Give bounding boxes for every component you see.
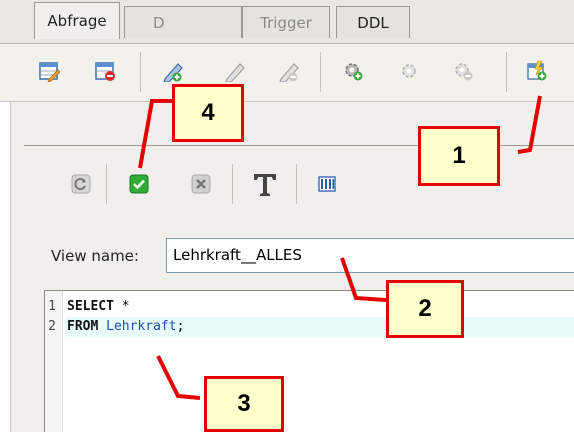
format-text-button[interactable] <box>250 169 280 199</box>
callout-2: 2 <box>386 280 464 338</box>
toolbar-separator <box>140 52 141 92</box>
edit-column-button[interactable] <box>222 58 248 84</box>
callout-1: 1 <box>418 126 500 186</box>
code-line: SELECT * <box>65 297 574 317</box>
cancel-icon <box>191 174 211 194</box>
line-number: 2 <box>48 319 56 334</box>
code-area: SELECT * FROM Lehrkraft; <box>65 297 574 337</box>
line-number-gutter: 1 2 <box>45 291 63 432</box>
sql-identifier: Lehrkraft <box>106 319 177 334</box>
create-view-icon <box>527 60 547 81</box>
cancel-button[interactable] <box>190 173 212 195</box>
sql-toolbar-separator <box>296 164 297 204</box>
toolbar-separator <box>320 52 321 92</box>
remove-index-button[interactable] <box>450 58 476 84</box>
columns-icon <box>318 176 336 192</box>
view-name-label: View name: <box>51 247 139 265</box>
sql-editor[interactable]: 1 2 SELECT * FROM Lehrkraft; <box>44 290 574 432</box>
tab-label: D <box>153 13 165 32</box>
callout-number: 2 <box>418 295 432 322</box>
callout-number: 4 <box>201 99 215 126</box>
apply-button[interactable] <box>128 173 150 195</box>
refresh-button[interactable] <box>70 173 92 195</box>
callout-3: 3 <box>204 376 284 432</box>
code-text: * <box>113 299 130 314</box>
add-column-button[interactable] <box>160 58 186 84</box>
sql-toolbar-separator <box>232 164 233 204</box>
create-view-button[interactable] <box>524 58 550 84</box>
view-name-input[interactable]: Lehrkraft__ALLES <box>166 238 574 273</box>
edit-pencil-disabled-icon <box>225 63 245 82</box>
main-toolbar <box>0 44 574 102</box>
refresh-icon <box>71 174 91 194</box>
tab-ddl[interactable]: DDL <box>336 6 410 38</box>
callout-4: 4 <box>172 84 244 142</box>
edit-index-button[interactable] <box>396 58 422 84</box>
callout-number: 3 <box>237 390 251 417</box>
code-line-current: FROM Lehrkraft; <box>65 317 574 337</box>
tab-label: DDL <box>357 13 389 32</box>
sql-keyword: FROM <box>67 319 99 334</box>
tab-label: Abfrage <box>47 12 107 30</box>
code-text: ; <box>176 319 185 334</box>
gear-disabled-icon <box>402 64 416 78</box>
sql-keyword: SELECT <box>67 299 114 314</box>
remove-gear-disabled-icon <box>455 63 473 81</box>
check-icon <box>129 174 149 194</box>
line-number: 1 <box>48 299 56 314</box>
tab-label: Trigger <box>260 13 312 32</box>
edit-table-icon <box>39 62 60 82</box>
screenshot-stage: Abfrage D Trigger DDL View name: Lehrkra… <box>0 0 574 432</box>
edit-pencil-icon <box>163 63 183 82</box>
delete-table-button[interactable] <box>92 58 118 84</box>
edit-table-button[interactable] <box>36 58 62 84</box>
tab-data[interactable]: D <box>124 6 242 38</box>
callout-number: 1 <box>452 142 466 169</box>
remove-column-button[interactable] <box>276 58 302 84</box>
toolbar-separator <box>506 52 507 92</box>
text-format-icon <box>254 174 276 196</box>
remove-pencil-disabled-icon <box>279 63 299 82</box>
tab-abfrage[interactable]: Abfrage <box>34 2 120 39</box>
add-index-button[interactable] <box>340 58 366 84</box>
sql-toolbar-separator <box>106 164 107 204</box>
delete-table-icon <box>95 62 115 81</box>
tab-trigger[interactable]: Trigger <box>242 6 330 38</box>
add-gear-icon <box>345 63 363 81</box>
columns-button[interactable] <box>316 173 338 195</box>
view-name-value: Lehrkraft__ALLES <box>173 246 302 264</box>
